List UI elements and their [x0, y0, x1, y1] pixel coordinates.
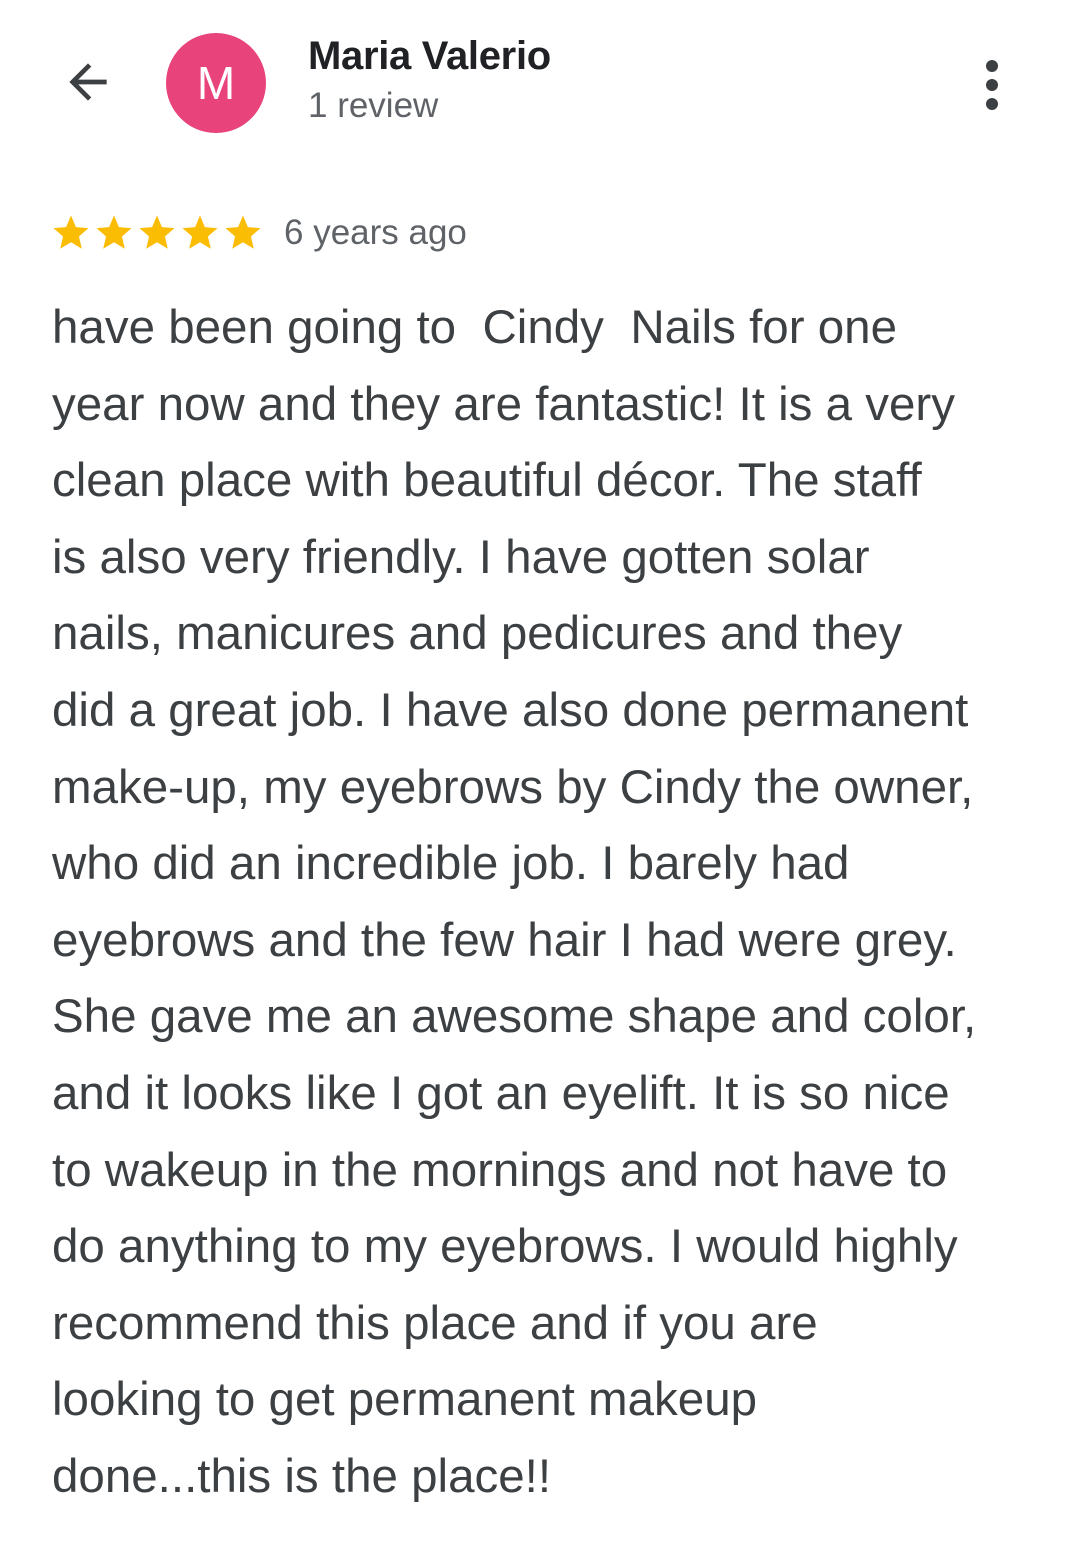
review-time: 6 years ago	[284, 213, 467, 252]
star-rating	[50, 212, 264, 254]
more-options-button[interactable]	[962, 50, 1022, 120]
rating-row: 6 years ago	[50, 208, 467, 258]
more-vert-icon	[986, 60, 998, 72]
avatar[interactable]: M	[166, 33, 266, 133]
reviewer-name[interactable]: Maria Valerio	[308, 34, 551, 79]
more-vert-icon-dot	[986, 79, 998, 91]
review-header: M Maria Valerio 1 review	[0, 0, 1080, 160]
star-icon	[96, 215, 132, 249]
back-button[interactable]	[56, 50, 120, 114]
review-count: 1 review	[308, 86, 439, 125]
star-icon	[182, 215, 218, 249]
arrow-back-icon	[69, 63, 107, 101]
more-vert-icon-dot	[986, 98, 998, 110]
star-icon	[225, 215, 261, 249]
review-text: have been going to Cindy Nails for one y…	[52, 301, 977, 1503]
star-icon	[139, 215, 175, 249]
star-icon	[53, 215, 89, 249]
avatar-letter: M	[196, 57, 236, 109]
